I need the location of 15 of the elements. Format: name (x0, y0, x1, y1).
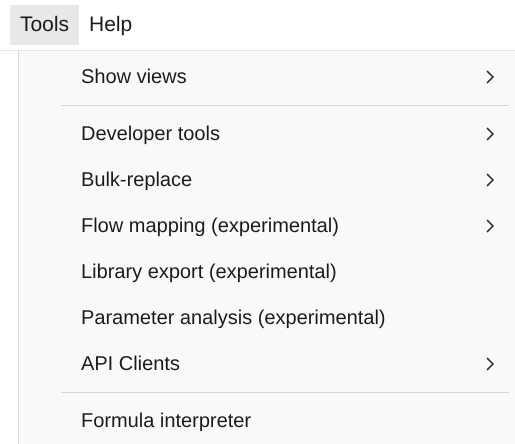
chevron-right-icon (485, 218, 495, 234)
menu-item[interactable]: Parameter analysis (experimental) (19, 295, 515, 341)
menu-item[interactable]: Formula interpreter (19, 398, 515, 444)
menu-item[interactable]: Developer tools (19, 111, 515, 157)
chevron-right-icon (485, 126, 495, 142)
menu-bar-item[interactable]: Tools (10, 5, 80, 45)
chevron-right-icon (485, 172, 495, 188)
menu-item[interactable]: Flow mapping (experimental) (19, 203, 515, 249)
menu-item[interactable]: Bulk-replace (19, 157, 515, 203)
menu-item[interactable]: Show views (19, 54, 515, 100)
menu-item[interactable]: Library export (experimental) (19, 249, 515, 295)
menu-item[interactable]: API Clients (19, 341, 515, 387)
menu-bar-item[interactable]: Help (79, 5, 142, 45)
chevron-right-icon (485, 69, 495, 85)
chevron-right-icon (485, 356, 495, 372)
